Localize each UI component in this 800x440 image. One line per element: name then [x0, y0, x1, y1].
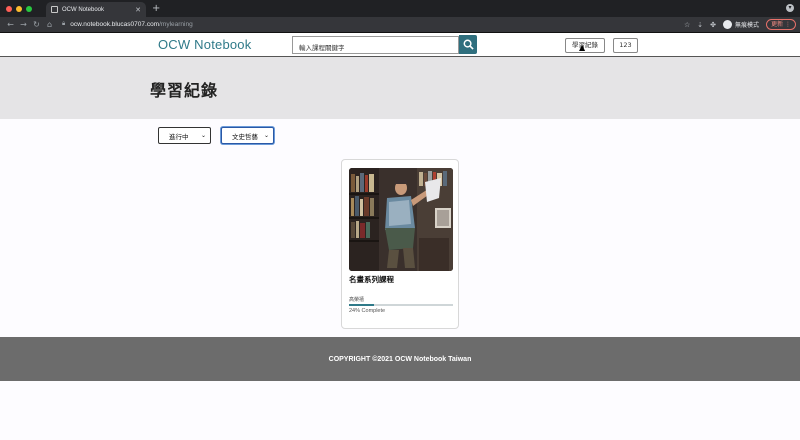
url-path: /mylearning [159, 21, 193, 28]
course-progress-fill [349, 304, 374, 306]
lock-icon: 🔒︎ [62, 21, 66, 27]
browser-tab[interactable]: OCW Notebook ✕ [46, 2, 146, 17]
course-instructor: 高榮禧 [349, 297, 365, 303]
chevron-down-icon: ⌄ [200, 132, 206, 139]
url-host: ocw.notebook.blucas0707.com [70, 21, 160, 28]
search-icon [463, 39, 474, 50]
search-input[interactable]: 輸入課程關鍵字 [292, 36, 459, 54]
category-select[interactable]: 文史哲藝 ⌄ [221, 127, 274, 144]
forward-icon[interactable]: → [17, 20, 30, 29]
chevron-down-icon: ⌄ [263, 132, 269, 139]
status-select[interactable]: 進行中 ⌄ [158, 127, 211, 144]
back-icon[interactable]: ← [4, 20, 17, 29]
brand-logo[interactable]: OCW Notebook [158, 37, 251, 52]
update-button[interactable]: 更新 ⋮ [766, 19, 796, 30]
status-select-value: 進行中 [169, 132, 189, 141]
tab-search-icon[interactable]: ▾ [786, 4, 794, 12]
filter-bar: 進行中 ⌄ 文史哲藝 ⌄ [0, 119, 800, 159]
new-tab-icon[interactable]: + [152, 3, 160, 14]
incognito-label: 無痕模式 [735, 22, 760, 29]
search-button[interactable] [459, 35, 477, 54]
page-title: 學習紀錄 [150, 81, 219, 100]
close-window-button[interactable] [6, 5, 12, 12]
extensions-icon[interactable]: ✤ [710, 21, 716, 29]
browser-tab-strip: OCW Notebook ✕ + ▾ [0, 0, 800, 17]
download-icon[interactable]: ⇣ [697, 21, 703, 29]
maximize-window-button[interactable] [26, 5, 32, 12]
update-label: 更新 [771, 21, 784, 28]
incognito-icon [723, 20, 733, 29]
category-select-value: 文史哲藝 [232, 132, 258, 141]
home-icon[interactable]: ⌂ [43, 20, 56, 29]
course-photo-icon [349, 168, 453, 271]
favicon-icon [51, 6, 58, 13]
window-controls [6, 5, 32, 12]
course-title[interactable]: 名畫系列課程 [349, 274, 394, 285]
course-progress-text: 24% Complete [349, 308, 386, 314]
course-card[interactable]: 名畫系列課程 高榮禧 24% Complete [341, 159, 459, 329]
site-footer: COPYRIGHT ©2021 OCW Notebook Taiwan [0, 337, 800, 381]
close-tab-icon[interactable]: ✕ [135, 6, 141, 14]
page-header: 學習紀錄 [0, 57, 800, 119]
browser-toolbar: ← → ↻ ⌂ 🔒︎ ocw.notebook.blucas0707.com/m… [0, 17, 800, 33]
address-bar[interactable]: 🔒︎ ocw.notebook.blucas0707.com/mylearnin… [62, 21, 684, 28]
course-thumbnail[interactable] [349, 168, 453, 271]
incognito-indicator[interactable]: 無痕模式 [723, 20, 759, 29]
course-progress-bar [349, 304, 453, 306]
reload-icon[interactable]: ↻ [30, 20, 43, 29]
bookmark-star-icon[interactable]: ☆ [684, 21, 690, 29]
minimize-window-button[interactable] [16, 5, 22, 12]
user-link[interactable]: 123 [613, 38, 638, 53]
browser-tab-title: OCW Notebook [62, 6, 105, 13]
footer-copyright: COPYRIGHT ©2021 OCW Notebook Taiwan [328, 355, 472, 363]
site-navbar: OCW Notebook 輸入課程關鍵字 學習紀錄 123 ▲ [0, 33, 800, 57]
mouse-cursor-icon: ▲ [579, 43, 586, 52]
